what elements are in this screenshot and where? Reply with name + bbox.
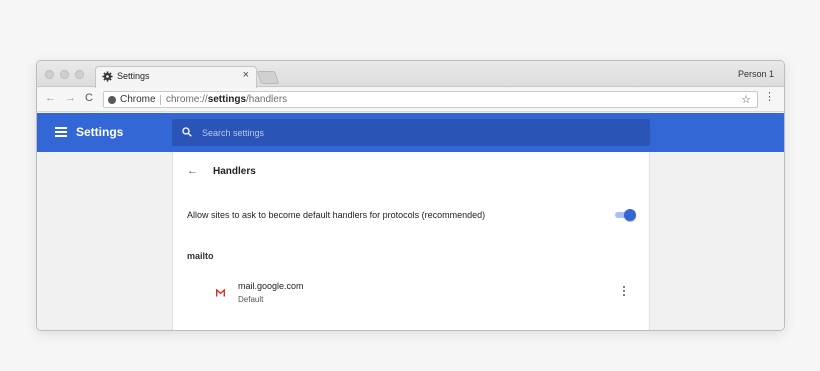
maximize-window-button[interactable] (75, 70, 84, 79)
profile-button[interactable]: Person 1 (738, 69, 774, 79)
reload-icon[interactable]: C (85, 92, 93, 104)
handler-status: Default (238, 295, 264, 304)
gmail-icon (216, 289, 225, 297)
allow-handlers-label: Allow sites to ask to become default han… (187, 210, 486, 220)
forward-icon[interactable]: → (65, 92, 76, 104)
new-tab-button[interactable] (256, 71, 280, 84)
section-label-mailto: mailto (187, 251, 214, 261)
url-host: settings (207, 94, 247, 105)
browser-window: Settings × Person 1 ← → C Chrome chrome:… (36, 60, 785, 331)
settings-title: Settings (76, 125, 124, 139)
handler-row: mail.google.com Default (173, 274, 649, 310)
tab-settings[interactable]: Settings × (95, 66, 257, 88)
minimize-window-button[interactable] (60, 70, 69, 79)
scheme-label: Chrome (120, 94, 156, 105)
settings-header: Settings (37, 113, 784, 152)
search-input[interactable] (202, 125, 632, 140)
url-path: /handlers (246, 94, 288, 105)
allow-handlers-toggle[interactable] (615, 209, 636, 221)
content-area: ← Handlers Allow sites to ask to become … (37, 152, 784, 330)
gear-icon (102, 71, 113, 82)
url-text: chrome://settings/handlers (166, 94, 287, 105)
handlers-card: ← Handlers Allow sites to ask to become … (172, 152, 650, 330)
back-arrow-icon[interactable]: ← (187, 165, 198, 177)
more-actions-icon[interactable] (622, 286, 626, 298)
search-icon (182, 127, 192, 137)
hamburger-menu-icon[interactable] (55, 127, 67, 137)
window-controls (45, 70, 84, 79)
chrome-icon (108, 96, 116, 104)
search-bar (172, 119, 650, 146)
close-tab-icon[interactable]: × (243, 69, 249, 81)
address-divider (160, 95, 161, 105)
url-prefix: chrome:// (166, 94, 208, 105)
back-icon[interactable]: ← (45, 92, 56, 104)
browser-menu-icon[interactable]: ⋮ (764, 92, 775, 103)
page-title: Handlers (213, 166, 256, 177)
close-window-button[interactable] (45, 70, 54, 79)
tab-title: Settings (117, 71, 150, 81)
toggle-knob (624, 209, 636, 221)
bookmark-star-icon[interactable]: ☆ (741, 93, 751, 106)
address-bar[interactable]: Chrome chrome://settings/handlers ☆ (103, 91, 758, 108)
tab-strip: Settings × Person 1 (37, 61, 784, 88)
handler-name: mail.google.com (238, 281, 304, 291)
browser-toolbar: ← → C Chrome chrome://settings/handlers … (37, 88, 784, 112)
